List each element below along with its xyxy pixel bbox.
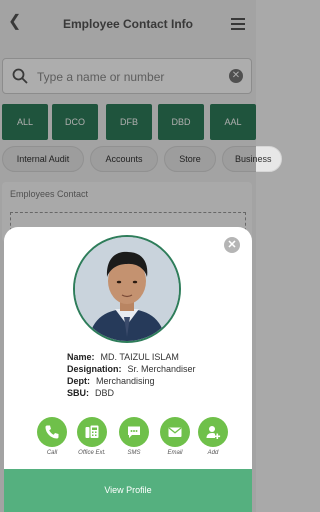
profile-info: Name: MD. TAIZUL ISLAM Designation: Sr. … (67, 351, 247, 399)
contact-actions: Call Office Ext. SMS Email Add (36, 417, 236, 461)
designation-value: Sr. Merchandiser (127, 364, 196, 374)
dept-value: Merchandising (96, 376, 155, 386)
designation-row: Designation: Sr. Merchandiser (67, 363, 247, 375)
profile-sheet: ✕ Name: MD. TAIZUL ISLAM Designation: Sr… (4, 227, 252, 512)
add-contact-button[interactable]: Add (197, 417, 229, 456)
office-ext-button[interactable]: Office Ext. (76, 417, 108, 456)
name-label: Name: (67, 352, 95, 362)
view-profile-button[interactable]: View Profile (4, 469, 252, 512)
email-label: Email (167, 450, 183, 456)
sbu-value: DBD (95, 388, 115, 398)
name-value: MD. TAIZUL ISLAM (100, 352, 179, 362)
add-label: Add (207, 450, 219, 456)
sms-label: SMS (127, 450, 141, 456)
email-button[interactable]: Email (159, 417, 191, 456)
sms-button[interactable]: SMS (118, 417, 150, 456)
add-contact-icon (206, 426, 221, 439)
sms-icon (128, 426, 140, 438)
dept-label: Dept: (67, 376, 90, 386)
office-ext-label: Office Ext. (78, 450, 106, 456)
close-icon[interactable]: ✕ (224, 237, 240, 253)
sbu-row: SBU: DBD (67, 387, 247, 399)
avatar-portrait (75, 237, 179, 341)
designation-label: Designation: (67, 364, 122, 374)
call-label: Call (46, 450, 58, 456)
profile-photo (73, 235, 181, 343)
name-row: Name: MD. TAIZUL ISLAM (67, 351, 247, 363)
office-ext-icon (85, 425, 99, 438)
email-icon (168, 427, 182, 437)
sbu-label: SBU: (67, 388, 89, 398)
dept-row: Dept: Merchandising (67, 375, 247, 387)
call-button[interactable]: Call (36, 417, 68, 456)
phone-icon (45, 425, 59, 439)
